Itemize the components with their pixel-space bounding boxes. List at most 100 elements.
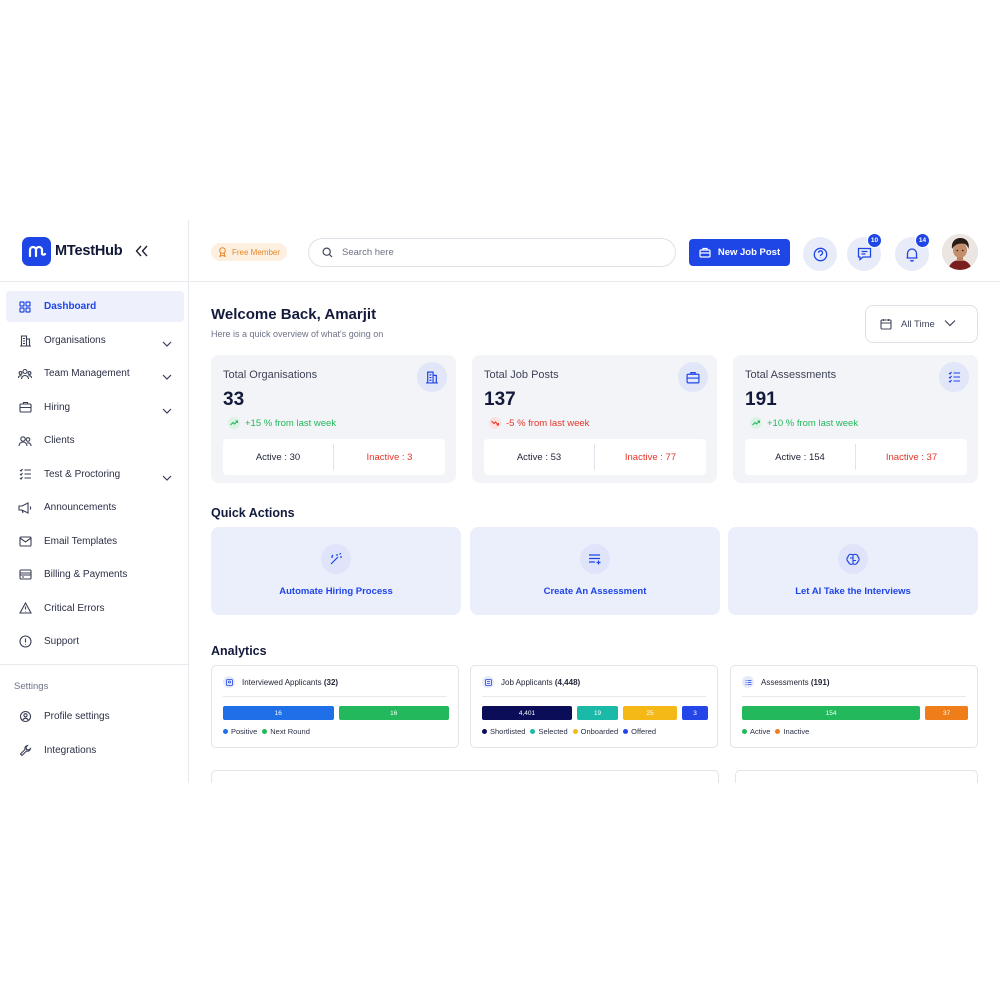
time-filter-dropdown[interactable]: All Time (865, 305, 978, 343)
stat-active-count: Active : 154 (775, 451, 825, 463)
sidebar-item-support[interactable]: Support (6, 626, 184, 657)
chevron-down-icon[interactable] (162, 368, 172, 386)
collapse-sidebar-icon[interactable] (135, 245, 149, 257)
bar-legend: Shortlisted Selected Onboarded Offered (482, 727, 661, 736)
analytics-card-assessments: Assessments (191) 154 37 Active Inactive (730, 665, 978, 748)
brand-logo-icon[interactable] (22, 236, 51, 266)
analytics-card-title: Assessments (761, 677, 809, 687)
checklist-icon (742, 676, 754, 688)
stat-change-text: +10 % from last week (767, 417, 859, 429)
quick-actions-title: Quick Actions (211, 506, 295, 520)
quick-action-label: Create An Assessment (543, 586, 647, 597)
legend-label: Onboarded (580, 727, 619, 736)
stat-active-count: Active : 53 (516, 451, 562, 463)
users-icon (18, 434, 32, 448)
briefcase-icon (699, 247, 711, 258)
warning-icon (18, 601, 32, 615)
analytics-title: Analytics (211, 644, 267, 658)
bar-segment-shortlisted: 4,401 (482, 706, 572, 720)
page-subtitle: Here is a quick overview of what's going… (211, 329, 384, 339)
sidebar-item-organisations[interactable]: Organisations (6, 325, 184, 356)
sidebar-item-integrations[interactable]: Integrations (6, 735, 184, 766)
stat-split: Active : 154 Inactive : 37 (745, 439, 967, 475)
legend-item: Inactive (775, 727, 809, 736)
wrench-icon (18, 743, 32, 757)
legend-item: Onboarded (572, 727, 619, 736)
stat-change: +15 % from last week (223, 417, 336, 429)
legend-dot (742, 729, 747, 734)
brand: MTestHub (22, 236, 182, 266)
legend-dot (262, 729, 268, 734)
sidebar-item-clients[interactable]: Clients (6, 425, 184, 456)
legend-label: Offered (631, 727, 657, 736)
search-icon (322, 247, 333, 258)
sidebar-item-label: Clients (44, 435, 75, 446)
legend-dot (623, 729, 629, 734)
help-button[interactable] (803, 237, 837, 271)
chevron-down-icon[interactable] (162, 469, 172, 487)
bar-legend: Active Inactive (742, 727, 814, 736)
checklist-icon (18, 467, 32, 481)
quick-action-ai-interviews[interactable]: Let AI Take the Interviews (728, 527, 978, 615)
stat-change-text: -5 % from last week (506, 417, 590, 429)
legend-dot (572, 729, 578, 734)
sidebar-item-email-templates[interactable]: Email Templates (6, 526, 184, 557)
legend-dot (775, 729, 781, 734)
sidebar-item-dashboard[interactable]: Dashboard (6, 291, 184, 322)
analytics-card-title: Job Applicants (501, 677, 553, 687)
stat-split: Active : 30 Inactive : 3 (223, 439, 445, 475)
list-add-icon (580, 544, 610, 574)
bar-segment-inactive: 37 (925, 706, 968, 720)
stat-inactive-count: Inactive : 37 (885, 451, 938, 463)
credit-card-icon (18, 568, 32, 582)
search-input[interactable] (342, 247, 642, 258)
chevron-down-icon[interactable] (162, 402, 172, 420)
avatar[interactable] (942, 234, 978, 270)
sidebar-item-profile-settings[interactable]: Profile settings (6, 701, 184, 732)
sidebar-item-hiring[interactable]: Hiring (6, 392, 184, 423)
analytics-card-count: (4,448) (554, 677, 581, 687)
quick-action-automate-hiring[interactable]: Automate Hiring Process (211, 527, 461, 615)
sidebar-item-test-proctoring[interactable]: Test & Proctoring (6, 459, 184, 490)
stat-card-organisations: Total Organisations 33 +15 % from last w… (211, 355, 456, 483)
sidebar-item-announcements[interactable]: Announcements (6, 492, 184, 523)
new-job-post-button[interactable]: New Job Post (689, 239, 790, 266)
legend-item: Shortlisted (482, 727, 525, 736)
notifications-button[interactable]: 14 (895, 233, 930, 271)
chevron-down-icon[interactable] (162, 335, 172, 353)
search-box[interactable] (308, 238, 676, 267)
sidebar-item-team-management[interactable]: Team Management (6, 358, 184, 389)
team-icon (18, 367, 32, 381)
notifications-count-badge: 14 (915, 233, 930, 248)
sidebar-item-billing-payments[interactable]: Billing & Payments (6, 559, 184, 590)
legend-label: Selected (538, 727, 568, 736)
analytics-card-lower-left (211, 770, 719, 783)
sidebar-nav: Dashboard Organisations Team Management … (6, 291, 184, 660)
stat-card-job-posts: Total Job Posts 137 -5 % from last week … (472, 355, 717, 483)
gear-user-icon (18, 710, 32, 724)
analytics-card-interviewed: Interviewed Applicants (32) 16 16 Positiv… (211, 665, 459, 748)
sidebar-item-label: Billing & Payments (44, 569, 128, 580)
bar-segment-offered: 3 (682, 706, 708, 720)
magic-wand-icon (321, 544, 351, 574)
analytics-card-title: Interviewed Applicants (242, 677, 322, 687)
stat-inactive-count: Inactive : 3 (366, 451, 413, 463)
legend-dot (482, 729, 487, 734)
building-icon (417, 362, 447, 392)
legend-label: Inactive (783, 727, 810, 736)
trend-down-icon (489, 417, 501, 429)
divider (482, 696, 706, 697)
trend-up-icon (750, 417, 762, 429)
sidebar-item-label: Test & Proctoring (44, 468, 121, 480)
bar-segment-next-round: 16 (338, 706, 449, 720)
free-member-badge: Free Member (211, 243, 288, 261)
quick-action-create-assessment[interactable]: Create An Assessment (470, 527, 720, 615)
chevron-down-icon (944, 319, 956, 330)
stat-value: 191 (745, 389, 777, 410)
legend-dot (223, 729, 228, 734)
legend-label: Shortlisted (490, 727, 526, 736)
messages-button[interactable]: 10 (847, 233, 882, 271)
trend-up-icon (228, 417, 240, 429)
sidebar-item-critical-errors[interactable]: Critical Errors (6, 593, 184, 624)
sidebar: MTestHub Dashboard Organisations Team Ma… (0, 220, 189, 783)
